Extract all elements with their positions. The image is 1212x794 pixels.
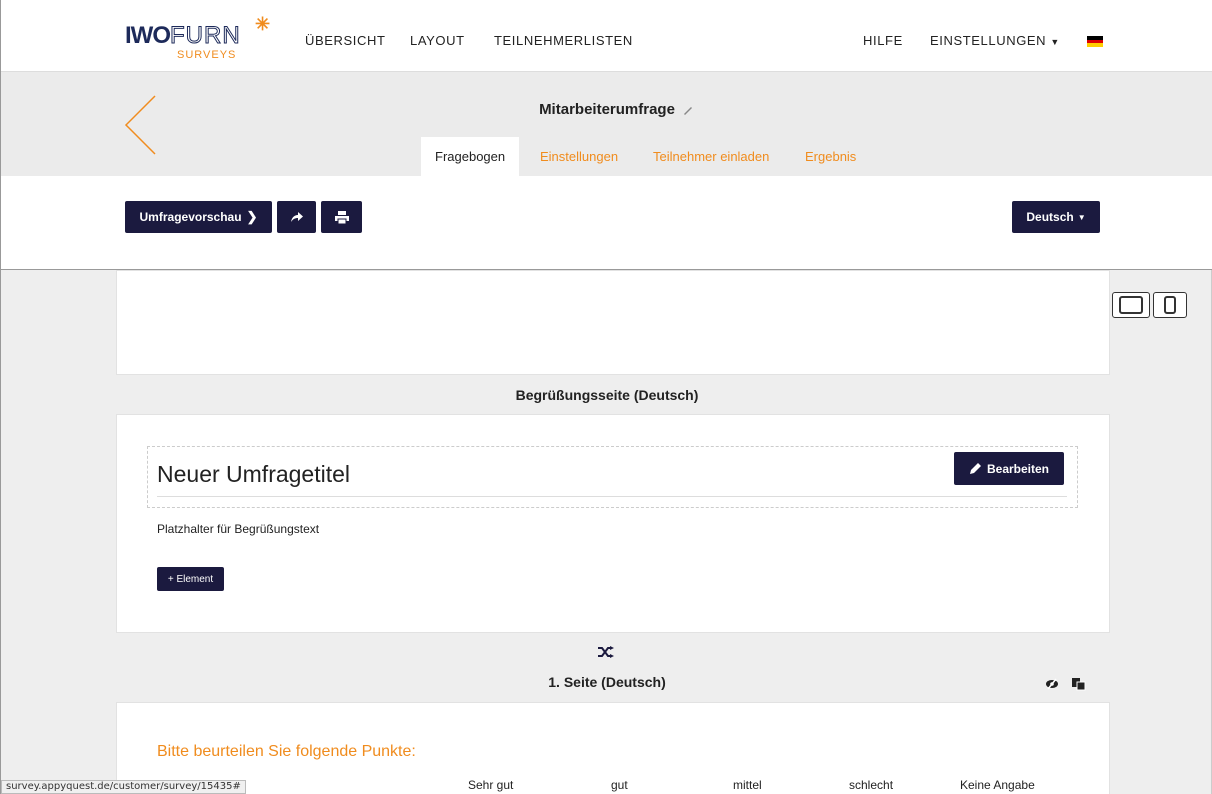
title-divider: [157, 496, 1067, 497]
welcome-section-label: Begrüßungsseite (Deutsch): [515, 387, 699, 403]
column-header: Keine Angabe: [960, 778, 1035, 792]
tab-results[interactable]: Ergebnis: [805, 137, 856, 176]
column-header: schlecht: [849, 778, 894, 792]
browser-status-bar: survey.appyquest.de/customer/survey/1543…: [1, 780, 246, 794]
language-dropdown-button[interactable]: Deutsch ▼: [1012, 201, 1100, 233]
chevron-right-icon: ❯: [246, 209, 258, 224]
top-layout-panel: [116, 270, 1110, 375]
nav-help[interactable]: HILFE: [863, 33, 903, 48]
welcome-placeholder-text: Platzhalter für Begrüßungstext: [157, 522, 320, 536]
caret-down-icon: ▼: [1077, 212, 1086, 222]
logo-wordmark: IWOFURN: [125, 22, 241, 50]
caret-down-icon: ▼: [1050, 37, 1060, 47]
page1-section-label: 1. Seite (Deutsch): [548, 674, 666, 690]
tab-settings[interactable]: Einstellungen: [540, 137, 618, 176]
nav-settings-label: EINSTELLUNGEN: [930, 33, 1047, 48]
add-element-button[interactable]: + Element: [157, 567, 224, 591]
column-header: mittel: [733, 778, 762, 792]
tablet-icon: [1119, 296, 1143, 314]
edit-button[interactable]: Bearbeiten: [954, 452, 1064, 485]
shuffle-icon[interactable]: [598, 646, 614, 658]
column-header: Sehr gut: [468, 778, 514, 792]
print-icon: [334, 210, 349, 224]
preview-label: Umfragevorschau: [139, 210, 242, 224]
edit-title-pencil-icon[interactable]: [682, 104, 694, 116]
nav-overview[interactable]: ÜBERSICHT: [305, 33, 386, 48]
share-arrow-icon: [290, 212, 303, 222]
iwofurn-logo[interactable]: IWOFURN SURVEYS ✳: [125, 14, 285, 62]
visibility-toggle-icon[interactable]: [1045, 678, 1059, 690]
logo-subtitle: SURVEYS: [177, 49, 237, 61]
logo-spark-icon: ✳: [255, 14, 271, 34]
survey-main-title: Neuer Umfragetitel: [157, 461, 351, 487]
german-flag-icon[interactable]: [1087, 36, 1103, 47]
tab-invite-participants[interactable]: Teilnehmer einladen: [653, 137, 769, 176]
phone-icon: [1164, 296, 1176, 314]
share-button[interactable]: [277, 201, 316, 233]
phone-view-button[interactable]: [1153, 292, 1187, 318]
copy-page-icon[interactable]: [1071, 677, 1087, 691]
column-header: gut: [611, 778, 628, 792]
nav-settings-dropdown[interactable]: EINSTELLUNGEN ▼: [930, 33, 1060, 48]
language-label: Deutsch: [1026, 210, 1074, 224]
print-button[interactable]: [321, 201, 362, 233]
tablet-view-button[interactable]: [1112, 292, 1150, 318]
survey-preview-button[interactable]: Umfragevorschau ❯: [125, 201, 272, 233]
nav-layout[interactable]: LAYOUT: [410, 33, 465, 48]
top-navbar: IWOFURN SURVEYS ✳ ÜBERSICHT LAYOUT TEILN…: [1, 0, 1212, 72]
pencil-icon: [969, 463, 981, 474]
tab-questionnaire[interactable]: Fragebogen: [421, 137, 520, 176]
nav-participant-lists[interactable]: TEILNEHMERLISTEN: [494, 33, 633, 48]
rating-question: Bitte beurteilen Sie folgende Punkte:: [157, 743, 416, 760]
survey-title: Mitarbeiterumfrage: [539, 101, 675, 118]
edit-label: Bearbeiten: [986, 461, 1050, 476]
